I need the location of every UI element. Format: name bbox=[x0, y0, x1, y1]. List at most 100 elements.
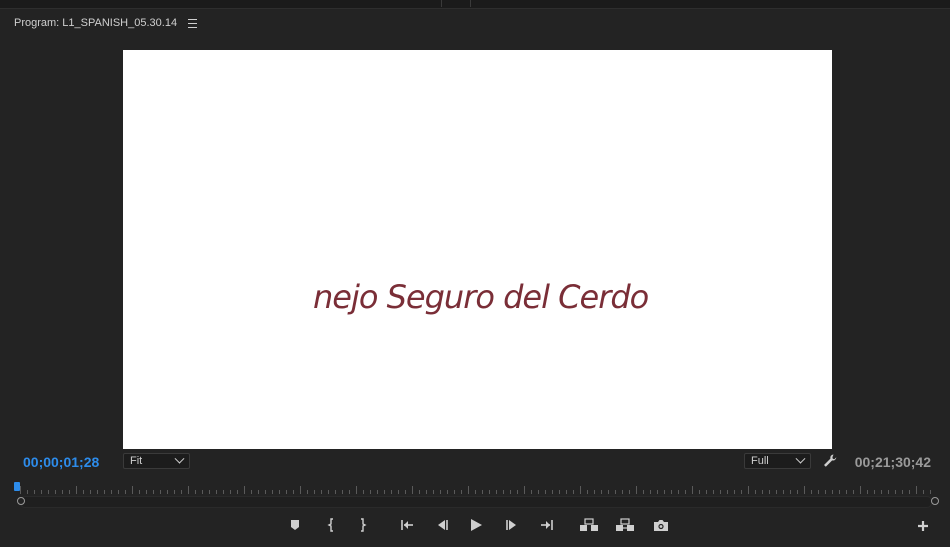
ruler-tick bbox=[195, 490, 196, 494]
ruler-tick bbox=[846, 490, 847, 494]
ruler-tick bbox=[461, 490, 462, 494]
ruler-tick bbox=[132, 486, 133, 494]
ruler-tick bbox=[825, 490, 826, 494]
top-strip-divider bbox=[470, 0, 471, 7]
ruler-tick bbox=[244, 486, 245, 494]
ruler-tick bbox=[349, 490, 350, 494]
ruler-tick bbox=[265, 490, 266, 494]
ruler-tick bbox=[468, 486, 469, 494]
ruler-tick bbox=[370, 490, 371, 494]
ruler-tick bbox=[307, 490, 308, 494]
ruler-tick bbox=[713, 490, 714, 494]
ruler-tick bbox=[657, 490, 658, 494]
wrench-icon[interactable] bbox=[821, 453, 839, 469]
ruler-tick bbox=[363, 490, 364, 494]
ruler-tick bbox=[55, 490, 56, 494]
export-frame-icon[interactable] bbox=[651, 515, 671, 535]
ruler-tick bbox=[293, 490, 294, 494]
chevron-down-icon bbox=[174, 453, 185, 464]
add-marker-icon[interactable] bbox=[285, 515, 305, 535]
ruler-tick bbox=[111, 490, 112, 494]
ruler-tick bbox=[62, 490, 63, 494]
mark-in-icon[interactable] bbox=[321, 515, 341, 535]
current-timecode[interactable]: 00;00;01;28 bbox=[23, 454, 99, 470]
program-viewer[interactable]: nejo Seguro del Cerdo bbox=[123, 50, 832, 449]
ruler-tick bbox=[930, 490, 931, 494]
ruler-tick bbox=[230, 490, 231, 494]
ruler-tick bbox=[874, 490, 875, 494]
playback-resolution-select[interactable]: Full bbox=[744, 453, 811, 469]
ruler-tick bbox=[454, 490, 455, 494]
ruler-tick bbox=[83, 490, 84, 494]
ruler-tick bbox=[636, 486, 637, 494]
panel-title: Program: L1_SPANISH_05.30.14 bbox=[14, 17, 178, 29]
ruler-tick bbox=[678, 490, 679, 494]
ruler-tick bbox=[559, 490, 560, 494]
ruler-tick bbox=[531, 490, 532, 494]
time-ruler[interactable] bbox=[14, 480, 938, 494]
ruler-tick bbox=[601, 490, 602, 494]
ruler-tick bbox=[405, 490, 406, 494]
ruler-tick bbox=[181, 490, 182, 494]
ruler-tick bbox=[804, 486, 805, 494]
scrollbar-right-handle[interactable] bbox=[931, 497, 939, 505]
ruler-tick bbox=[811, 490, 812, 494]
chevron-down-icon bbox=[795, 453, 806, 464]
extract-icon[interactable] bbox=[615, 515, 635, 535]
ruler-tick bbox=[482, 490, 483, 494]
ruler-tick bbox=[146, 490, 147, 494]
ruler-tick bbox=[615, 490, 616, 494]
ruler-tick bbox=[552, 490, 553, 494]
ruler-tick bbox=[69, 490, 70, 494]
zoom-level-select[interactable]: Fit bbox=[123, 453, 190, 469]
step-back-icon[interactable] bbox=[432, 515, 452, 535]
ruler-tick bbox=[622, 490, 623, 494]
ruler-tick bbox=[216, 490, 217, 494]
scrollbar-track bbox=[20, 496, 932, 508]
step-forward-icon[interactable] bbox=[502, 515, 522, 535]
ruler-tick bbox=[76, 486, 77, 494]
ruler-tick bbox=[587, 490, 588, 494]
ruler-tick bbox=[279, 490, 280, 494]
ruler-tick bbox=[797, 490, 798, 494]
play-icon[interactable] bbox=[466, 515, 486, 535]
hamburger-icon[interactable] bbox=[188, 18, 198, 28]
ruler-tick bbox=[496, 490, 497, 494]
zoom-scrollbar[interactable] bbox=[14, 496, 939, 508]
ruler-tick bbox=[209, 490, 210, 494]
top-strip-divider bbox=[441, 0, 442, 7]
go-to-out-icon[interactable] bbox=[536, 515, 556, 535]
ruler-tick bbox=[90, 490, 91, 494]
ruler-tick bbox=[608, 490, 609, 494]
ruler-tick bbox=[300, 486, 301, 494]
ruler-tick bbox=[545, 490, 546, 494]
ruler-tick bbox=[860, 486, 861, 494]
ruler-tick bbox=[48, 490, 49, 494]
ruler-tick bbox=[475, 490, 476, 494]
ruler-tick bbox=[167, 490, 168, 494]
ruler-tick bbox=[902, 490, 903, 494]
go-to-in-icon[interactable] bbox=[398, 515, 418, 535]
ruler-tick bbox=[881, 490, 882, 494]
ruler-tick bbox=[832, 490, 833, 494]
ruler-tick bbox=[909, 490, 910, 494]
ruler-tick bbox=[160, 490, 161, 494]
ruler-tick bbox=[419, 490, 420, 494]
lift-icon[interactable] bbox=[579, 515, 599, 535]
ruler-tick bbox=[272, 490, 273, 494]
ruler-tick bbox=[734, 490, 735, 494]
ruler-tick bbox=[916, 486, 917, 494]
ruler-tick bbox=[923, 490, 924, 494]
plus-icon[interactable] bbox=[915, 518, 931, 534]
ruler-tick bbox=[727, 490, 728, 494]
ruler-tick bbox=[286, 490, 287, 494]
zoom-level-value: Fit bbox=[130, 455, 143, 467]
ruler-tick bbox=[741, 490, 742, 494]
ruler-tick bbox=[503, 490, 504, 494]
mark-out-icon[interactable] bbox=[353, 515, 373, 535]
ruler-tick bbox=[573, 490, 574, 494]
ruler-tick bbox=[34, 490, 35, 494]
scrollbar-left-handle[interactable] bbox=[17, 497, 25, 505]
ruler-tick bbox=[258, 490, 259, 494]
marker-controls bbox=[285, 515, 373, 535]
